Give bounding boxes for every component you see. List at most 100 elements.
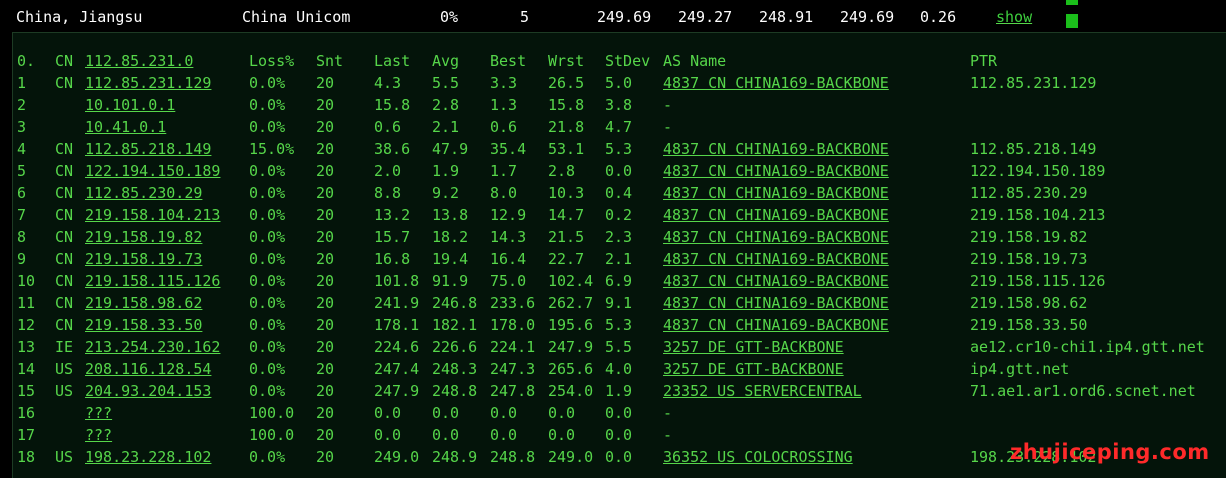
cell-best: 75.0	[490, 272, 527, 290]
cell-best: 0.6	[490, 118, 518, 136]
summary-location: China, Jiangsu	[16, 8, 143, 26]
cell-stdev: 1.9	[605, 382, 633, 400]
cell-host[interactable]: 198.23.228.102	[85, 448, 211, 466]
cell-as-name[interactable]: 4837 CN CHINA169-BACKBONE	[663, 272, 889, 290]
summary-value-1: 249.69	[597, 8, 652, 26]
cell-ptr: 71.ae1.ar1.ord6.scnet.net	[970, 382, 1196, 400]
cell-snt: 20	[316, 206, 335, 224]
summary-loss: 0%	[440, 8, 459, 26]
cell-snt: 20	[316, 426, 335, 444]
cell-hop: 13	[17, 338, 36, 356]
cell-host[interactable]: 219.158.115.126	[85, 272, 220, 290]
cell-stdev: 5.0	[605, 74, 633, 92]
cell-last: 4.3	[374, 74, 402, 92]
cell-stdev: 0.2	[605, 206, 633, 224]
cell-ptr: 122.194.150.189	[970, 162, 1106, 180]
cell-host[interactable]: 219.158.19.73	[85, 250, 202, 268]
cell-as-name[interactable]: 4837 CN CHINA169-BACKBONE	[663, 184, 889, 202]
cell-as-name: -	[663, 96, 673, 114]
cell-ptr: 112.85.230.29	[970, 184, 1088, 202]
cell-as-name[interactable]: 4837 CN CHINA169-BACKBONE	[663, 206, 889, 224]
cell-host[interactable]: ???	[85, 426, 112, 444]
cell-country: CN	[55, 294, 74, 312]
cell-loss: 0.0%	[249, 382, 286, 400]
cell-as-name[interactable]: 4837 CN CHINA169-BACKBONE	[663, 74, 889, 92]
header-stdev: StDev	[605, 52, 651, 70]
cell-as-name[interactable]: 4837 CN CHINA169-BACKBONE	[663, 140, 889, 158]
cell-wrst: 254.0	[548, 382, 594, 400]
cell-wrst: 21.8	[548, 118, 585, 136]
cell-hop: 6	[17, 184, 27, 202]
cell-last: 101.8	[374, 272, 420, 290]
cell-wrst: 0.0	[548, 404, 576, 422]
cell-host[interactable]: 219.158.98.62	[85, 294, 202, 312]
cell-snt: 20	[316, 74, 335, 92]
summary-value-4: 249.69	[840, 8, 895, 26]
summary-snt: 5	[520, 8, 530, 26]
cell-host[interactable]: 208.116.128.54	[85, 360, 211, 378]
cell-as-name[interactable]: 36352 US COLOCROSSING	[663, 448, 853, 466]
cell-host[interactable]: 112.85.230.29	[85, 184, 202, 202]
cell-ptr: 219.158.19.73	[970, 250, 1088, 268]
cell-hop: 2	[17, 96, 27, 114]
cell-avg: 246.8	[432, 294, 478, 312]
cell-stdev: 6.9	[605, 272, 633, 290]
header-loss: Loss%	[249, 52, 295, 70]
cell-host[interactable]: 219.158.19.82	[85, 228, 202, 246]
cell-snt: 20	[316, 228, 335, 246]
cell-country: CN	[55, 272, 74, 290]
cell-loss: 0.0%	[249, 74, 286, 92]
cell-last: 2.0	[374, 162, 402, 180]
cell-best: 1.3	[490, 96, 518, 114]
cell-last: 178.1	[374, 316, 420, 334]
cell-best: 247.8	[490, 382, 536, 400]
cell-as-name[interactable]: 4837 CN CHINA169-BACKBONE	[663, 294, 889, 312]
cell-as-name[interactable]: 3257 DE GTT-BACKBONE	[663, 360, 844, 378]
cell-best: 8.0	[490, 184, 518, 202]
cell-country: US	[55, 382, 74, 400]
status-square	[1066, 14, 1078, 28]
cell-stdev: 9.1	[605, 294, 633, 312]
cell-best: 248.8	[490, 448, 536, 466]
cell-avg: 2.8	[432, 96, 460, 114]
cell-ptr: 219.158.115.126	[970, 272, 1106, 290]
header-host[interactable]: 112.85.231.0	[85, 52, 193, 70]
cell-country: US	[55, 448, 74, 466]
cell-as-name[interactable]: 3257 DE GTT-BACKBONE	[663, 338, 844, 356]
cell-host[interactable]: 219.158.33.50	[85, 316, 202, 334]
cell-host[interactable]: ???	[85, 404, 112, 422]
cell-host[interactable]: 112.85.231.129	[85, 74, 211, 92]
cell-last: 8.8	[374, 184, 402, 202]
header-last: Last	[374, 52, 411, 70]
cell-as-name[interactable]: 23352 US SERVERCENTRAL	[663, 382, 862, 400]
cell-as-name[interactable]: 4837 CN CHINA169-BACKBONE	[663, 250, 889, 268]
show-link[interactable]: show	[996, 8, 1032, 26]
cell-loss: 15.0%	[249, 140, 295, 158]
cell-snt: 20	[316, 250, 335, 268]
cell-host[interactable]: 10.41.0.1	[85, 118, 166, 136]
cell-wrst: 2.8	[548, 162, 576, 180]
cell-stdev: 5.3	[605, 140, 633, 158]
cell-snt: 20	[316, 184, 335, 202]
cell-host[interactable]: 219.158.104.213	[85, 206, 220, 224]
cell-as-name[interactable]: 4837 CN CHINA169-BACKBONE	[663, 316, 889, 334]
cell-host[interactable]: 10.101.0.1	[85, 96, 175, 114]
cell-loss: 0.0%	[249, 96, 286, 114]
cell-hop: 7	[17, 206, 27, 224]
cell-host[interactable]: 122.194.150.189	[85, 162, 220, 180]
cell-loss: 0.0%	[249, 360, 286, 378]
cell-last: 13.2	[374, 206, 411, 224]
cell-avg: 226.6	[432, 338, 478, 356]
cell-wrst: 247.9	[548, 338, 594, 356]
cell-as-name[interactable]: 4837 CN CHINA169-BACKBONE	[663, 228, 889, 246]
cell-snt: 20	[316, 294, 335, 312]
cell-country: CN	[55, 316, 74, 334]
cell-host[interactable]: 204.93.204.153	[85, 382, 211, 400]
cell-as-name[interactable]: 4837 CN CHINA169-BACKBONE	[663, 162, 889, 180]
cell-country: IE	[55, 338, 74, 356]
cell-last: 0.0	[374, 426, 402, 444]
cell-host[interactable]: 112.85.218.149	[85, 140, 211, 158]
cell-stdev: 0.4	[605, 184, 633, 202]
status-square-top	[1066, 0, 1078, 5]
cell-host[interactable]: 213.254.230.162	[85, 338, 220, 356]
